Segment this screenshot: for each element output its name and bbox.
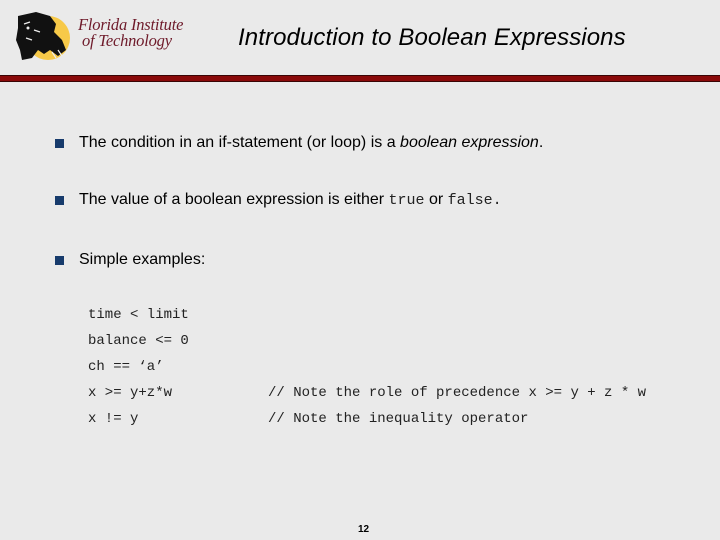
example-comment-5: // Note the inequality operator <box>268 411 529 427</box>
bullet-square-icon <box>55 196 64 205</box>
code-false: false. <box>447 192 502 209</box>
bullet-square-icon <box>55 256 64 265</box>
bullet-2-mid: or <box>424 191 448 208</box>
example-code-2: balance <= 0 <box>88 333 189 349</box>
example-code-3: ch == ‘a’ <box>88 359 164 375</box>
example-code-5: x != y <box>88 411 139 427</box>
header-divider <box>0 75 720 82</box>
example-comment-4: // Note the role of precedence x >= y + … <box>268 385 647 401</box>
example-code-1: time < limit <box>88 307 189 323</box>
fit-logo: Florida Institute of Technology <box>14 10 184 65</box>
page-number: 12 <box>358 524 370 535</box>
panther-icon <box>16 12 70 60</box>
slide-title: Introduction to Boolean Expressions <box>238 24 626 51</box>
bullet-2-text: The value of a boolean expression is eit… <box>79 191 389 208</box>
bullet-1-end: . <box>538 134 544 151</box>
bullet-1-text: The condition in an if-statement (or loo… <box>79 134 401 151</box>
bullet-1-emphasis: boolean expression <box>400 134 539 151</box>
logo-line-2: of Technology <box>82 31 172 50</box>
code-true: true <box>388 192 425 209</box>
example-code-4: x >= y+z*w <box>88 385 173 401</box>
bullet-square-icon <box>55 139 64 148</box>
bullet-3-text: Simple examples: <box>79 251 206 268</box>
